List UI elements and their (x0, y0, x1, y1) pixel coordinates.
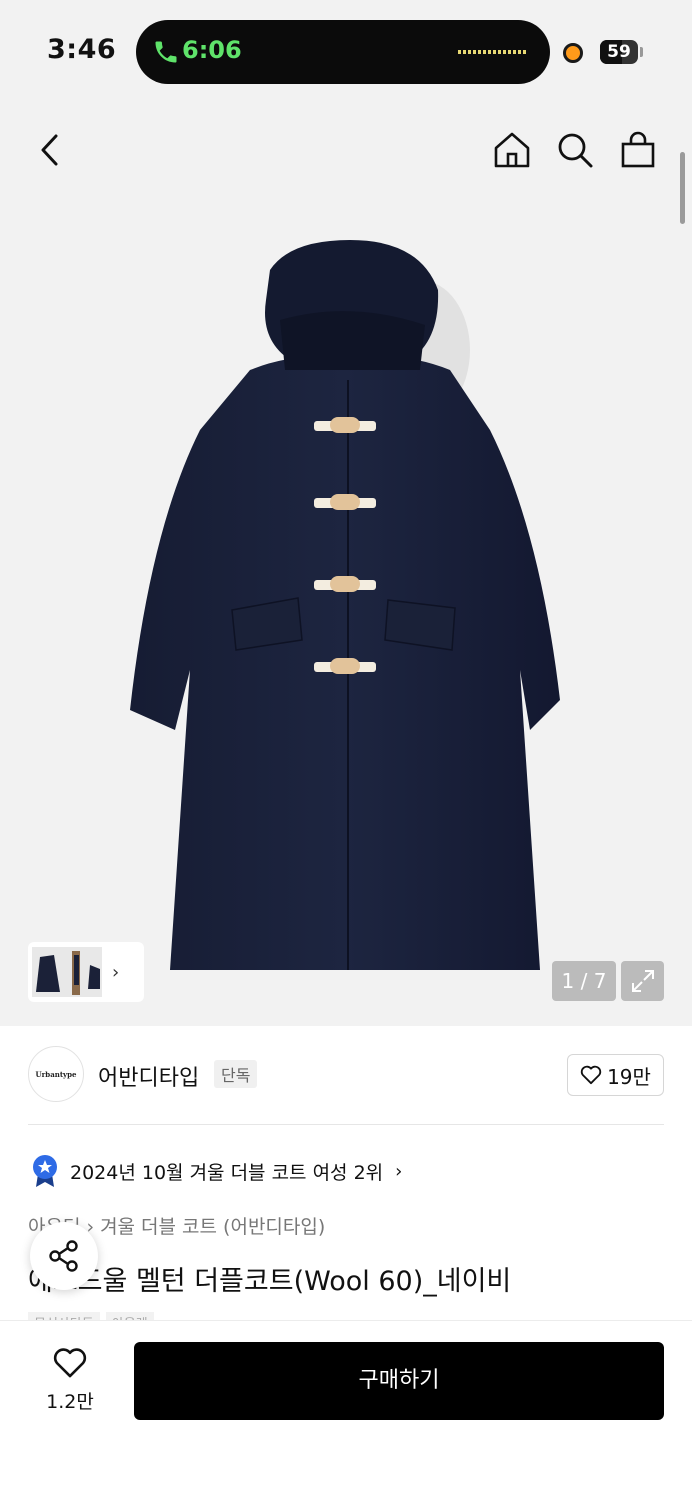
product-image[interactable] (120, 230, 580, 990)
brand-logo[interactable]: Urbantype (28, 1046, 84, 1102)
product-title: 에브드울 멜턴 더플코트(Wool 60)_네이비 (28, 1266, 512, 1297)
ranking-badge-icon (33, 1155, 57, 1187)
status-bar: 3:46 6:06 59 (0, 0, 692, 100)
wishlist-count: 1.2만 (46, 1391, 94, 1413)
microphone-indicator-icon (563, 43, 583, 63)
chevron-left-icon (41, 134, 58, 166)
cart-button[interactable] (616, 128, 660, 172)
image-counter: 1 / 7 (552, 961, 616, 1001)
chevron-right-icon: › (112, 961, 120, 983)
phone-icon (155, 41, 177, 63)
ranking-text: 2024년 10월 겨울 더블 코트 여성 2위 (70, 1161, 384, 1184)
brand-like-button[interactable]: 19만 (567, 1054, 664, 1096)
thumbnail-image[interactable] (32, 947, 102, 997)
fullscreen-button[interactable] (621, 961, 664, 1001)
back-button[interactable] (28, 128, 72, 172)
chevron-right-icon: › (395, 1160, 403, 1182)
top-navigation (0, 120, 692, 180)
thumbnail-strip[interactable]: › (28, 942, 144, 1002)
brand-row: Urbantype 어반디타입 단독 19만 (28, 1046, 664, 1106)
battery-level: 59 (607, 42, 631, 62)
audio-waveform (458, 50, 526, 54)
ranking-link[interactable]: 2024년 10월 겨울 더블 코트 여성 2위 › (32, 1153, 402, 1189)
bottom-action-bar: 1.2만 구매하기 (0, 1320, 692, 1500)
buy-button[interactable]: 구매하기 (134, 1342, 664, 1420)
home-button[interactable] (490, 128, 534, 172)
status-time: 3:46 (47, 34, 117, 65)
home-icon (494, 132, 530, 168)
heart-icon (580, 1065, 602, 1085)
breadcrumb-subcategory[interactable]: 겨울 더블 코트 (어반디타입) (100, 1216, 325, 1238)
share-icon (49, 1240, 78, 1272)
scrollbar[interactable] (680, 152, 685, 224)
brand-like-count: 19만 (607, 1064, 651, 1089)
brand-logo-text: Urbantype (35, 1069, 77, 1079)
search-button[interactable] (553, 128, 597, 172)
battery-cap (640, 47, 643, 57)
expand-icon (631, 970, 654, 992)
call-duration: 6:06 (182, 36, 242, 64)
share-button[interactable] (30, 1222, 98, 1290)
heart-icon (53, 1348, 87, 1378)
divider (28, 1124, 664, 1125)
search-icon (558, 133, 593, 168)
battery-icon: 59 (600, 40, 638, 64)
shopping-bag-icon (621, 131, 655, 168)
wishlist-button[interactable]: 1.2만 (36, 1347, 104, 1414)
exclusive-badge: 단독 (214, 1060, 258, 1088)
brand-name[interactable]: 어반디타입 (98, 1060, 199, 1092)
dynamic-island[interactable]: 6:06 (136, 20, 550, 84)
